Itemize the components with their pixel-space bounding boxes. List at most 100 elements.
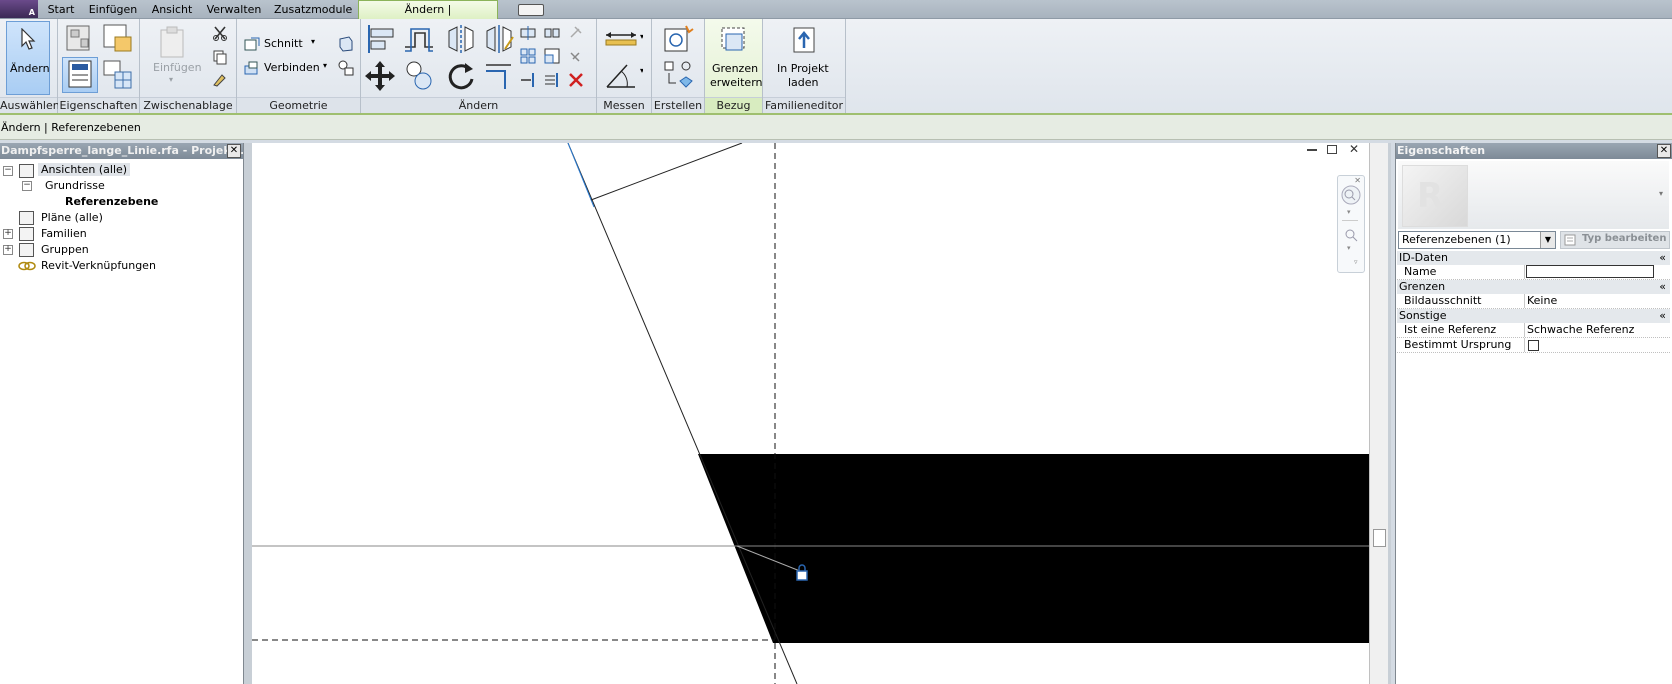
trim-extend-corner-icon[interactable] bbox=[483, 59, 515, 93]
family-category-button[interactable] bbox=[62, 22, 98, 56]
create-similar-icon[interactable] bbox=[662, 23, 694, 55]
type-selector-arrow-icon[interactable]: ▾ bbox=[1659, 189, 1663, 198]
split-element-icon[interactable] bbox=[519, 25, 537, 41]
families-icon bbox=[19, 227, 34, 241]
close-view-icon[interactable]: ✕ bbox=[1349, 142, 1359, 156]
collapse-group-icon[interactable]: « bbox=[1659, 309, 1666, 323]
property-bildausschnitt-value[interactable]: Keine bbox=[1527, 294, 1557, 308]
project-browser-title: Dampfsperre_lange_Linie.rfa - Projekt... bbox=[1, 144, 243, 157]
name-field[interactable] bbox=[1526, 265, 1654, 278]
tree-item-referenzebene[interactable]: Referenzebene bbox=[65, 195, 158, 208]
group-sonstige[interactable]: Sonstige « bbox=[1397, 309, 1670, 323]
pin-icon[interactable] bbox=[567, 47, 585, 65]
nav-bar-options-icon[interactable]: ▿ bbox=[1354, 258, 1358, 266]
family-types-icon bbox=[103, 60, 132, 89]
filled-region[interactable] bbox=[698, 454, 1369, 643]
vertical-scrollbar[interactable] bbox=[1369, 143, 1388, 684]
measure-icon[interactable]: ▾ bbox=[603, 27, 643, 49]
trim-extend-multiple-icon[interactable] bbox=[543, 71, 561, 89]
cut-geometry-dropdown-icon: ▾ bbox=[311, 37, 316, 46]
mirror-draw-axis-icon[interactable] bbox=[483, 23, 515, 55]
minimize-view-icon[interactable] bbox=[1307, 149, 1317, 151]
create-group-icon[interactable] bbox=[662, 59, 694, 91]
tree-item-ansichten[interactable]: Ansichten (alle) bbox=[38, 163, 131, 176]
delete-icon[interactable] bbox=[567, 71, 585, 89]
offset-icon[interactable] bbox=[403, 23, 435, 55]
panel-label-auswaehlen: Auswählen bbox=[0, 97, 60, 113]
extend-boundaries-label-1: Grenzen bbox=[712, 62, 759, 75]
instance-filter-dropdown[interactable]: Referenzebenen (1) ▼ bbox=[1398, 231, 1556, 249]
short-line[interactable] bbox=[590, 143, 743, 201]
tab-aendern-referenzebenen[interactable]: Ändern | Referenzebenen bbox=[358, 0, 498, 33]
scrollbar-thumb[interactable] bbox=[1373, 529, 1386, 547]
unpin-icon[interactable] bbox=[567, 25, 585, 41]
split-face-icon[interactable] bbox=[337, 59, 355, 77]
cut-icon[interactable] bbox=[212, 25, 228, 41]
revit-logo-icon: R bbox=[1417, 176, 1444, 216]
zoom-dropdown-icon[interactable]: ▾ bbox=[1347, 244, 1351, 252]
tree-item-gruppen[interactable]: Gruppen bbox=[41, 243, 89, 256]
group-id-daten[interactable]: ID-Daten « bbox=[1397, 251, 1670, 265]
scale-icon[interactable] bbox=[543, 47, 561, 65]
collapse-icon[interactable]: − bbox=[3, 166, 13, 176]
cut-geometry-button[interactable]: Schnitt ▾ bbox=[242, 33, 324, 55]
mirror-pick-axis-icon[interactable] bbox=[445, 23, 477, 55]
move-icon[interactable] bbox=[361, 59, 399, 93]
tab-verwalten[interactable]: Verwalten bbox=[206, 2, 262, 18]
wheel-dropdown-icon[interactable]: ▾ bbox=[1347, 208, 1351, 216]
paste-button[interactable]: Einfügen ▾ bbox=[148, 22, 202, 96]
tab-zusatzmodule[interactable]: Zusatzmodule bbox=[274, 2, 352, 18]
close-icon[interactable]: ✕ bbox=[1657, 144, 1671, 158]
tree-item-plaene[interactable]: Pläne (alle) bbox=[41, 211, 103, 224]
modify-button[interactable]: Ändern bbox=[6, 21, 50, 95]
ribbon-tab-bar: A Start Einfügen Ansicht Verwalten Zusat… bbox=[0, 0, 1672, 33]
type-properties-button[interactable] bbox=[100, 22, 136, 56]
family-types-button[interactable] bbox=[100, 57, 136, 93]
app-letter: A bbox=[28, 8, 35, 17]
zoom-icon[interactable] bbox=[1344, 228, 1358, 242]
properties-button[interactable] bbox=[62, 57, 98, 93]
close-icon[interactable]: ✕ bbox=[227, 144, 241, 158]
join-geometry-button[interactable]: Verbinden ▾ bbox=[242, 57, 336, 79]
sloped-line[interactable] bbox=[567, 143, 798, 684]
edit-type-button[interactable]: Typ bearbeiten bbox=[1560, 231, 1670, 249]
drawing-canvas[interactable]: ✕ ✕ ▾ ▾ ▿ bbox=[252, 142, 1369, 684]
properties-icon bbox=[68, 60, 92, 88]
property-referenz-value[interactable]: Schwache Referenz bbox=[1527, 323, 1634, 337]
array-icon[interactable] bbox=[519, 47, 537, 65]
copy-icon[interactable] bbox=[212, 49, 228, 65]
angular-dimension-icon[interactable]: ▾ bbox=[603, 59, 643, 91]
rotate-icon[interactable] bbox=[445, 59, 477, 93]
panel-toggle-icon[interactable] bbox=[518, 4, 544, 16]
bestimmt-ursprung-checkbox[interactable] bbox=[1528, 340, 1539, 351]
steering-wheel-icon[interactable] bbox=[1340, 184, 1362, 206]
wall-joins-icon[interactable] bbox=[337, 35, 355, 53]
tab-ansicht[interactable]: Ansicht bbox=[150, 2, 194, 18]
collapse-group-icon[interactable]: « bbox=[1659, 280, 1666, 294]
nav-divider bbox=[1342, 220, 1358, 221]
group-grenzen[interactable]: Grenzen « bbox=[1397, 280, 1670, 294]
tree-item-familien[interactable]: Familien bbox=[41, 227, 87, 240]
tree-item-grundrisse[interactable]: Grundrisse bbox=[45, 179, 105, 192]
column-divider bbox=[1524, 294, 1525, 308]
copy-element-icon[interactable] bbox=[403, 59, 435, 93]
expand-icon[interactable]: + bbox=[3, 245, 13, 255]
navigation-bar: ✕ ▾ ▾ ▿ bbox=[1337, 175, 1365, 273]
trim-extend-single-icon[interactable] bbox=[519, 71, 537, 89]
match-properties-icon[interactable] bbox=[212, 71, 228, 87]
load-into-project-label-1: In Projekt bbox=[777, 62, 829, 75]
collapse-group-icon[interactable]: « bbox=[1659, 251, 1666, 265]
application-menu-button[interactable]: A bbox=[0, 0, 38, 18]
split-with-gap-icon[interactable] bbox=[543, 25, 561, 41]
tab-einfuegen[interactable]: Einfügen bbox=[88, 2, 138, 18]
restore-view-icon[interactable] bbox=[1327, 145, 1337, 154]
collapse-icon[interactable]: − bbox=[22, 181, 32, 191]
column-divider bbox=[1524, 338, 1525, 352]
tab-start[interactable]: Start bbox=[44, 2, 78, 18]
extend-boundaries-button[interactable]: Grenzen erweitern bbox=[707, 21, 763, 95]
align-icon[interactable] bbox=[365, 23, 397, 55]
expand-icon[interactable]: + bbox=[3, 229, 13, 239]
load-into-project-button[interactable]: In Projekt laden bbox=[773, 21, 837, 95]
chevron-down-icon: ▼ bbox=[1540, 232, 1555, 248]
tree-item-revit-verknuepfungen[interactable]: Revit-Verknüpfungen bbox=[41, 259, 156, 272]
